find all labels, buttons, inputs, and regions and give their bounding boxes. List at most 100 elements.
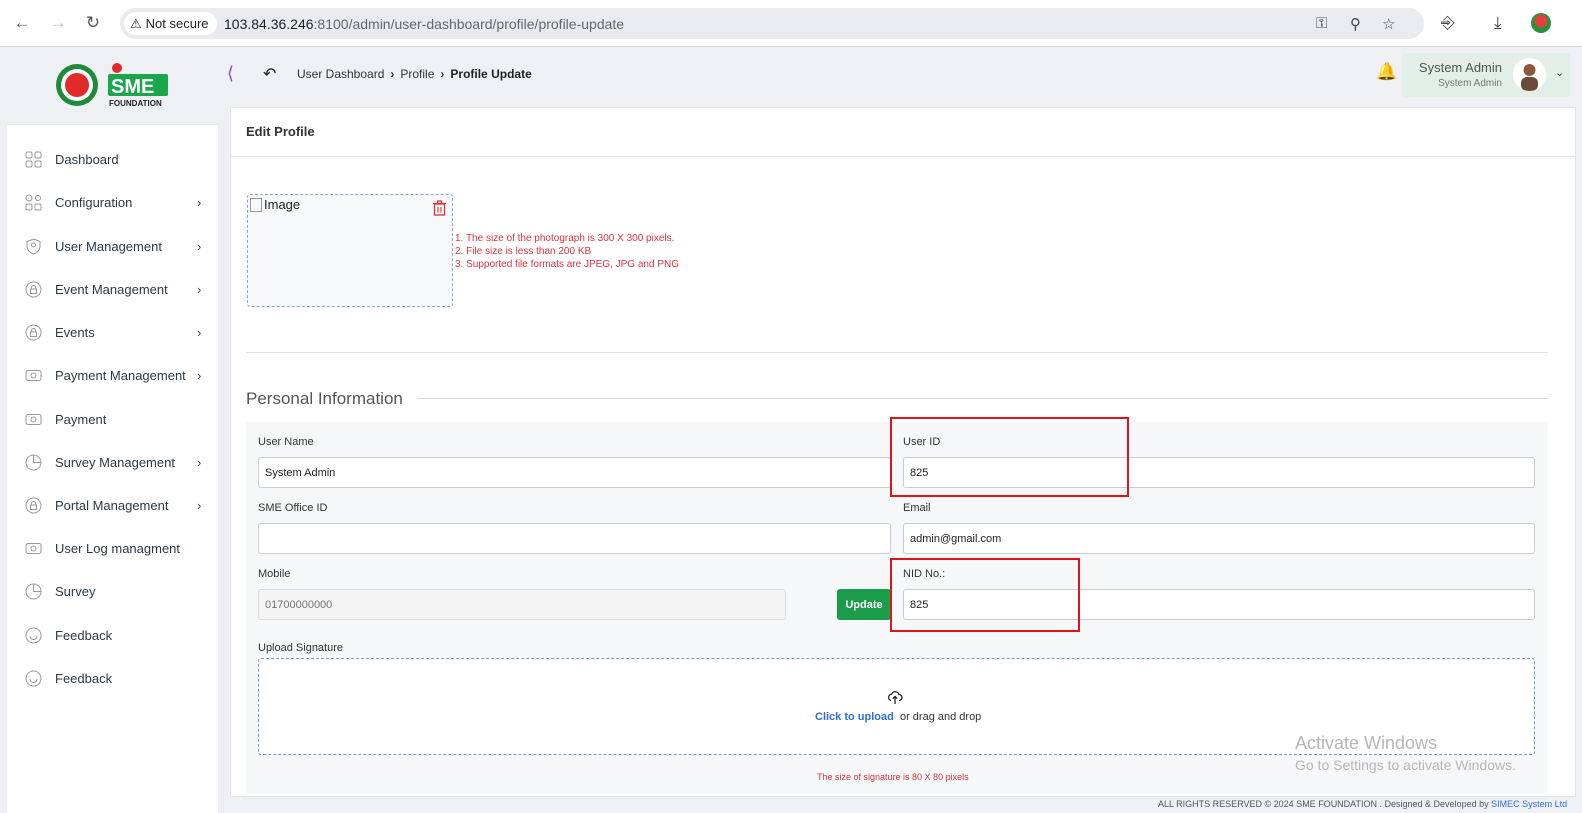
sidebar-item-label: Survey Management (55, 454, 175, 470)
signature-note: The size of signature is 80 X 80 pixels (817, 772, 969, 782)
pie-icon (25, 454, 42, 470)
update-button[interactable]: Update (837, 589, 891, 620)
sidebar-item-label: Dashboard (55, 151, 119, 167)
browser-toolbar: ← → ↻ ⚠ Not secure 103.84.36.246:8100/ad… (0, 0, 1582, 47)
money-icon (25, 369, 42, 381)
sidebar-item-dashboard[interactable]: Dashboard (7, 139, 218, 179)
sidebar-item-events[interactable]: Events › (7, 312, 218, 352)
sidebar-item-event-management[interactable]: Event Management › (7, 269, 218, 309)
activate-windows-title: Activate Windows (1295, 733, 1438, 753)
sidebar-item-feedback[interactable]: Feedback (7, 658, 218, 698)
highlight-nid (890, 558, 1080, 632)
sidebar-item-payment-management[interactable]: Payment Management › (7, 355, 218, 395)
sidebar-item-label: User Management (55, 238, 162, 254)
address-bar[interactable]: ⚠ Not secure 103.84.36.246:8100/admin/us… (120, 8, 1424, 39)
sidebar-item-configuration[interactable]: Configuration › (7, 182, 218, 222)
sidebar-item-label: User Log managment (55, 540, 181, 556)
sidebar-item-user-log-managment[interactable]: User Log managment (7, 528, 218, 568)
sidebar-item-feedback[interactable]: Feedback (7, 615, 218, 655)
sidebar-item-label: Event Management (55, 281, 168, 297)
chevron-right-icon: › (197, 194, 202, 210)
chevron-right-icon: › (197, 497, 202, 513)
image-requirements: 1. The size of the photograph is 300 X 3… (455, 232, 679, 271)
forward-arrow-icon[interactable]: → (48, 13, 68, 33)
sidebar-item-label: Events (55, 324, 95, 340)
browser-profile-icon[interactable] (1531, 13, 1551, 33)
highlight-user-id (890, 417, 1129, 497)
profile-image-box[interactable]: Image (247, 194, 453, 307)
sidebar-item-survey[interactable]: Survey (7, 571, 218, 611)
mobile-input[interactable] (258, 589, 786, 620)
star-icon[interactable]: ☆ (1382, 15, 1395, 33)
logo-text: SME (111, 76, 154, 98)
back-arrow-icon[interactable]: ← (12, 13, 32, 33)
sidebar-item-label: Portal Management (55, 497, 169, 513)
extensions-icon[interactable]: ⎆ (1441, 13, 1455, 33)
chevron-down-icon[interactable]: ⌄ (1555, 66, 1564, 79)
url-text[interactable]: 103.84.36.246:8100/admin/user-dashboard/… (224, 16, 624, 32)
lock-icon (25, 281, 42, 297)
sme-office-id-label: SME Office ID (258, 502, 328, 514)
user-shield-icon (26, 237, 41, 255)
sme-office-id-input[interactable] (258, 523, 891, 554)
lock-icon (25, 497, 42, 513)
sidebar-item-label: Configuration (55, 194, 133, 210)
sidebar-item-user-management[interactable]: User Management › (7, 226, 218, 266)
chevron-right-icon: › (390, 67, 395, 81)
grid-icon (25, 151, 42, 167)
url-host: 103.84.36.246 (224, 16, 314, 32)
user-role: System Admin (1438, 78, 1502, 89)
sidebar-item-label: Feedback (55, 670, 113, 686)
trash-icon[interactable] (432, 200, 447, 216)
sidebar-item-label: Feedback (55, 627, 113, 643)
url-path: :8100/admin/user-dashboard/profile/profi… (313, 16, 625, 32)
user-name-label: User Name (258, 436, 314, 448)
money-icon (25, 413, 42, 425)
sidebar-item-label: Survey (55, 583, 96, 599)
drag-drop-text: or drag and drop (899, 711, 982, 723)
image-note: 2. File size is less than 200 KB (455, 246, 592, 257)
sidebar-item-payment[interactable]: Payment (7, 399, 218, 439)
chevron-right-icon: › (197, 238, 202, 254)
sme-foundation-logo: SME FOUNDATION (56, 63, 168, 108)
upload-signature-label: Upload Signature (258, 642, 344, 654)
divider (231, 156, 1577, 157)
email-label: Email (903, 502, 931, 514)
mobile-label: Mobile (258, 568, 291, 580)
sidebar-item-portal-management[interactable]: Portal Management › (7, 485, 218, 525)
download-icon[interactable]: ⤓ (1494, 13, 1502, 33)
zoom-icon[interactable]: ⚲ (1350, 15, 1361, 33)
broken-image-icon (250, 197, 262, 212)
section-title: Personal Information (246, 389, 417, 409)
money-icon (25, 542, 42, 554)
click-to-upload-link[interactable]: Click to upload (815, 711, 894, 723)
sidebar-item-survey-management[interactable]: Survey Management › (7, 442, 218, 482)
config-icon (25, 194, 42, 210)
chevron-right-icon: › (197, 281, 202, 297)
back-icon[interactable]: ↶ (263, 64, 276, 84)
key-icon[interactable]: ⚿ (1316, 15, 1327, 32)
security-label: Not secure (145, 16, 209, 31)
warning-icon: ⚠ (130, 15, 142, 31)
bell-icon[interactable]: 🔔 (1376, 62, 1397, 82)
logo-subtext: FOUNDATION (109, 99, 162, 108)
collapse-sidebar-icon[interactable]: ⟨ (227, 63, 234, 84)
avatar (1513, 58, 1546, 91)
footer-link[interactable]: SIMEC System Ltd (1491, 799, 1567, 809)
sidebar-item-label: Payment (55, 411, 107, 427)
chevron-right-icon: › (197, 454, 202, 470)
breadcrumb-user-dashboard[interactable]: User Dashboard (297, 67, 384, 81)
image-alt-text: Image (264, 197, 301, 212)
feedback-icon (25, 670, 42, 686)
chevron-right-icon: › (197, 367, 202, 383)
security-chip[interactable]: ⚠ Not secure (124, 12, 217, 35)
email-input[interactable] (903, 523, 1535, 554)
sidebar: SME FOUNDATION Dashboard Configuration › Us… (0, 47, 224, 813)
chevron-right-icon: › (440, 67, 445, 81)
user-name-input[interactable] (258, 457, 891, 488)
chevron-right-icon: › (197, 324, 202, 340)
reload-icon[interactable]: ↻ (83, 13, 103, 33)
user-menu[interactable]: System Admin System Admin ⌄ (1402, 53, 1570, 97)
image-note: 1. The size of the photograph is 300 X 3… (455, 233, 675, 244)
breadcrumb-profile[interactable]: Profile (400, 67, 434, 81)
